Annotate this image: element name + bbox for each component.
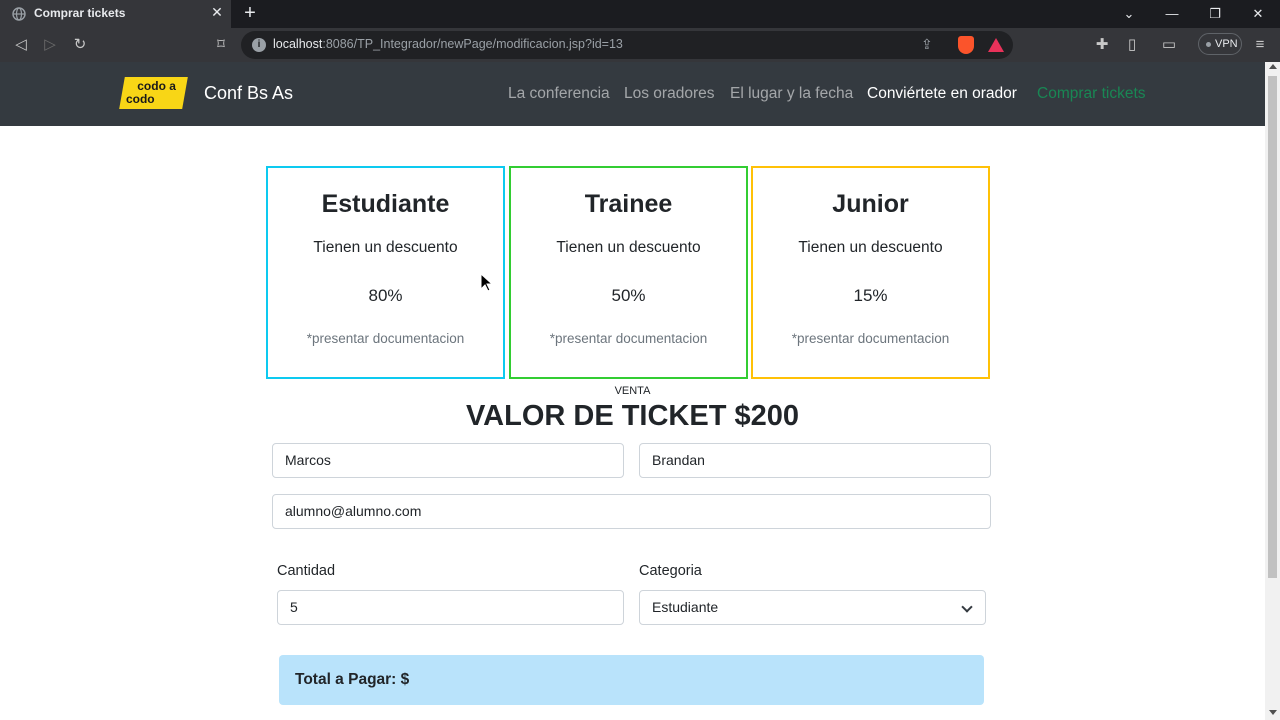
card-estudiante: Estudiante Tienen un descuento 80% *pres…: [266, 166, 505, 379]
card-note: *presentar documentacion: [306, 331, 465, 346]
extensions-icon[interactable]: ✚: [1093, 36, 1111, 54]
close-tab-icon[interactable]: ✕: [210, 5, 224, 19]
site-navbar: codo a codo Conf Bs As La conferencia Lo…: [0, 62, 1265, 126]
close-window-icon[interactable]: ✕: [1249, 5, 1267, 23]
card-title: Junior: [832, 190, 909, 218]
nav-conviertete-en-orador[interactable]: Conviértete en orador: [867, 85, 1017, 103]
sale-eyebrow: VENTA: [614, 385, 651, 397]
nav-comprar-tickets[interactable]: Comprar tickets: [1037, 85, 1146, 103]
url-text[interactable]: localhost:8086/TP_Integrador/newPage/mod…: [273, 37, 623, 51]
cantidad-label: Cantidad: [277, 563, 336, 579]
tab-search-icon[interactable]: ⌄: [1120, 5, 1138, 23]
apellido-input[interactable]: Brandan: [639, 443, 991, 478]
total-a-pagar: Total a Pagar: $: [279, 655, 984, 705]
email-input[interactable]: alumno@alumno.com: [272, 494, 991, 529]
page-scrollbar[interactable]: [1265, 62, 1280, 720]
site-info-icon[interactable]: i: [252, 38, 266, 52]
mouse-cursor-icon: [480, 273, 494, 292]
browser-toolbar: ◁ ▷ ↻ ⌑ i localhost:8086/TP_Integrador/n…: [0, 28, 1280, 62]
nav-la-conferencia[interactable]: La conferencia: [508, 85, 610, 103]
page-content: codo a codo Conf Bs As La conferencia Lo…: [0, 62, 1265, 720]
restore-icon[interactable]: ❐: [1206, 5, 1224, 23]
card-description: Tienen un descuento: [556, 239, 701, 256]
wallet-icon[interactable]: ▭: [1160, 36, 1178, 54]
back-icon[interactable]: ◁: [12, 36, 30, 54]
vpn-status-icon: [1206, 42, 1211, 47]
categoria-label: Categoria: [639, 563, 702, 579]
brand-name[interactable]: Conf Bs As: [204, 83, 293, 104]
card-junior: Junior Tienen un descuento 15% *presenta…: [751, 166, 990, 379]
scroll-down-icon[interactable]: [1269, 710, 1277, 715]
categoria-select[interactable]: Estudiante: [639, 590, 986, 625]
nombre-input[interactable]: Marcos: [272, 443, 624, 478]
scroll-up-icon[interactable]: [1269, 64, 1277, 69]
chevron-down-icon: [961, 601, 973, 613]
sidebar-icon[interactable]: ▯: [1123, 36, 1141, 54]
reload-icon[interactable]: ↻: [71, 36, 89, 54]
card-description: Tienen un descuento: [313, 239, 458, 256]
nav-el-lugar-y-la-fecha[interactable]: El lugar y la fecha: [730, 85, 853, 103]
new-tab-icon[interactable]: +: [241, 3, 259, 23]
card-trainee: Trainee Tienen un descuento 50% *present…: [509, 166, 748, 379]
card-note: *presentar documentacion: [549, 331, 708, 346]
scrollbar-thumb[interactable]: [1268, 76, 1277, 578]
categoria-selected-value: Estudiante: [652, 599, 719, 615]
card-discount: 80%: [368, 286, 403, 305]
bookmark-icon[interactable]: ⌑: [212, 36, 230, 54]
card-note: *presentar documentacion: [791, 331, 950, 346]
vpn-button[interactable]: VPN: [1198, 33, 1242, 55]
cantidad-input[interactable]: 5: [277, 590, 624, 625]
address-bar[interactable]: i localhost:8086/TP_Integrador/newPage/m…: [241, 31, 1013, 59]
share-icon[interactable]: ⇪: [921, 36, 933, 53]
globe-icon: [12, 7, 26, 21]
ticket-price-heading: VALOR DE TICKET $200: [465, 400, 800, 432]
brave-rewards-icon[interactable]: [988, 38, 1004, 52]
nav-los-oradores[interactable]: Los oradores: [624, 85, 714, 103]
card-description: Tienen un descuento: [798, 239, 943, 256]
card-title: Estudiante: [321, 190, 450, 218]
menu-icon[interactable]: ≡: [1251, 36, 1269, 54]
tab-title: Comprar tickets: [34, 6, 126, 20]
card-discount: 15%: [853, 286, 888, 305]
codo-a-codo-logo[interactable]: codo a codo: [119, 77, 188, 109]
forward-icon[interactable]: ▷: [41, 36, 59, 54]
brave-shield-icon[interactable]: [958, 36, 974, 54]
browser-tab-strip: Comprar tickets ✕ + ⌄ — ❐ ✕: [0, 0, 1280, 28]
card-discount: 50%: [611, 286, 646, 305]
card-title: Trainee: [584, 190, 673, 218]
browser-tab[interactable]: Comprar tickets ✕: [0, 0, 231, 28]
minimize-icon[interactable]: —: [1163, 5, 1181, 23]
